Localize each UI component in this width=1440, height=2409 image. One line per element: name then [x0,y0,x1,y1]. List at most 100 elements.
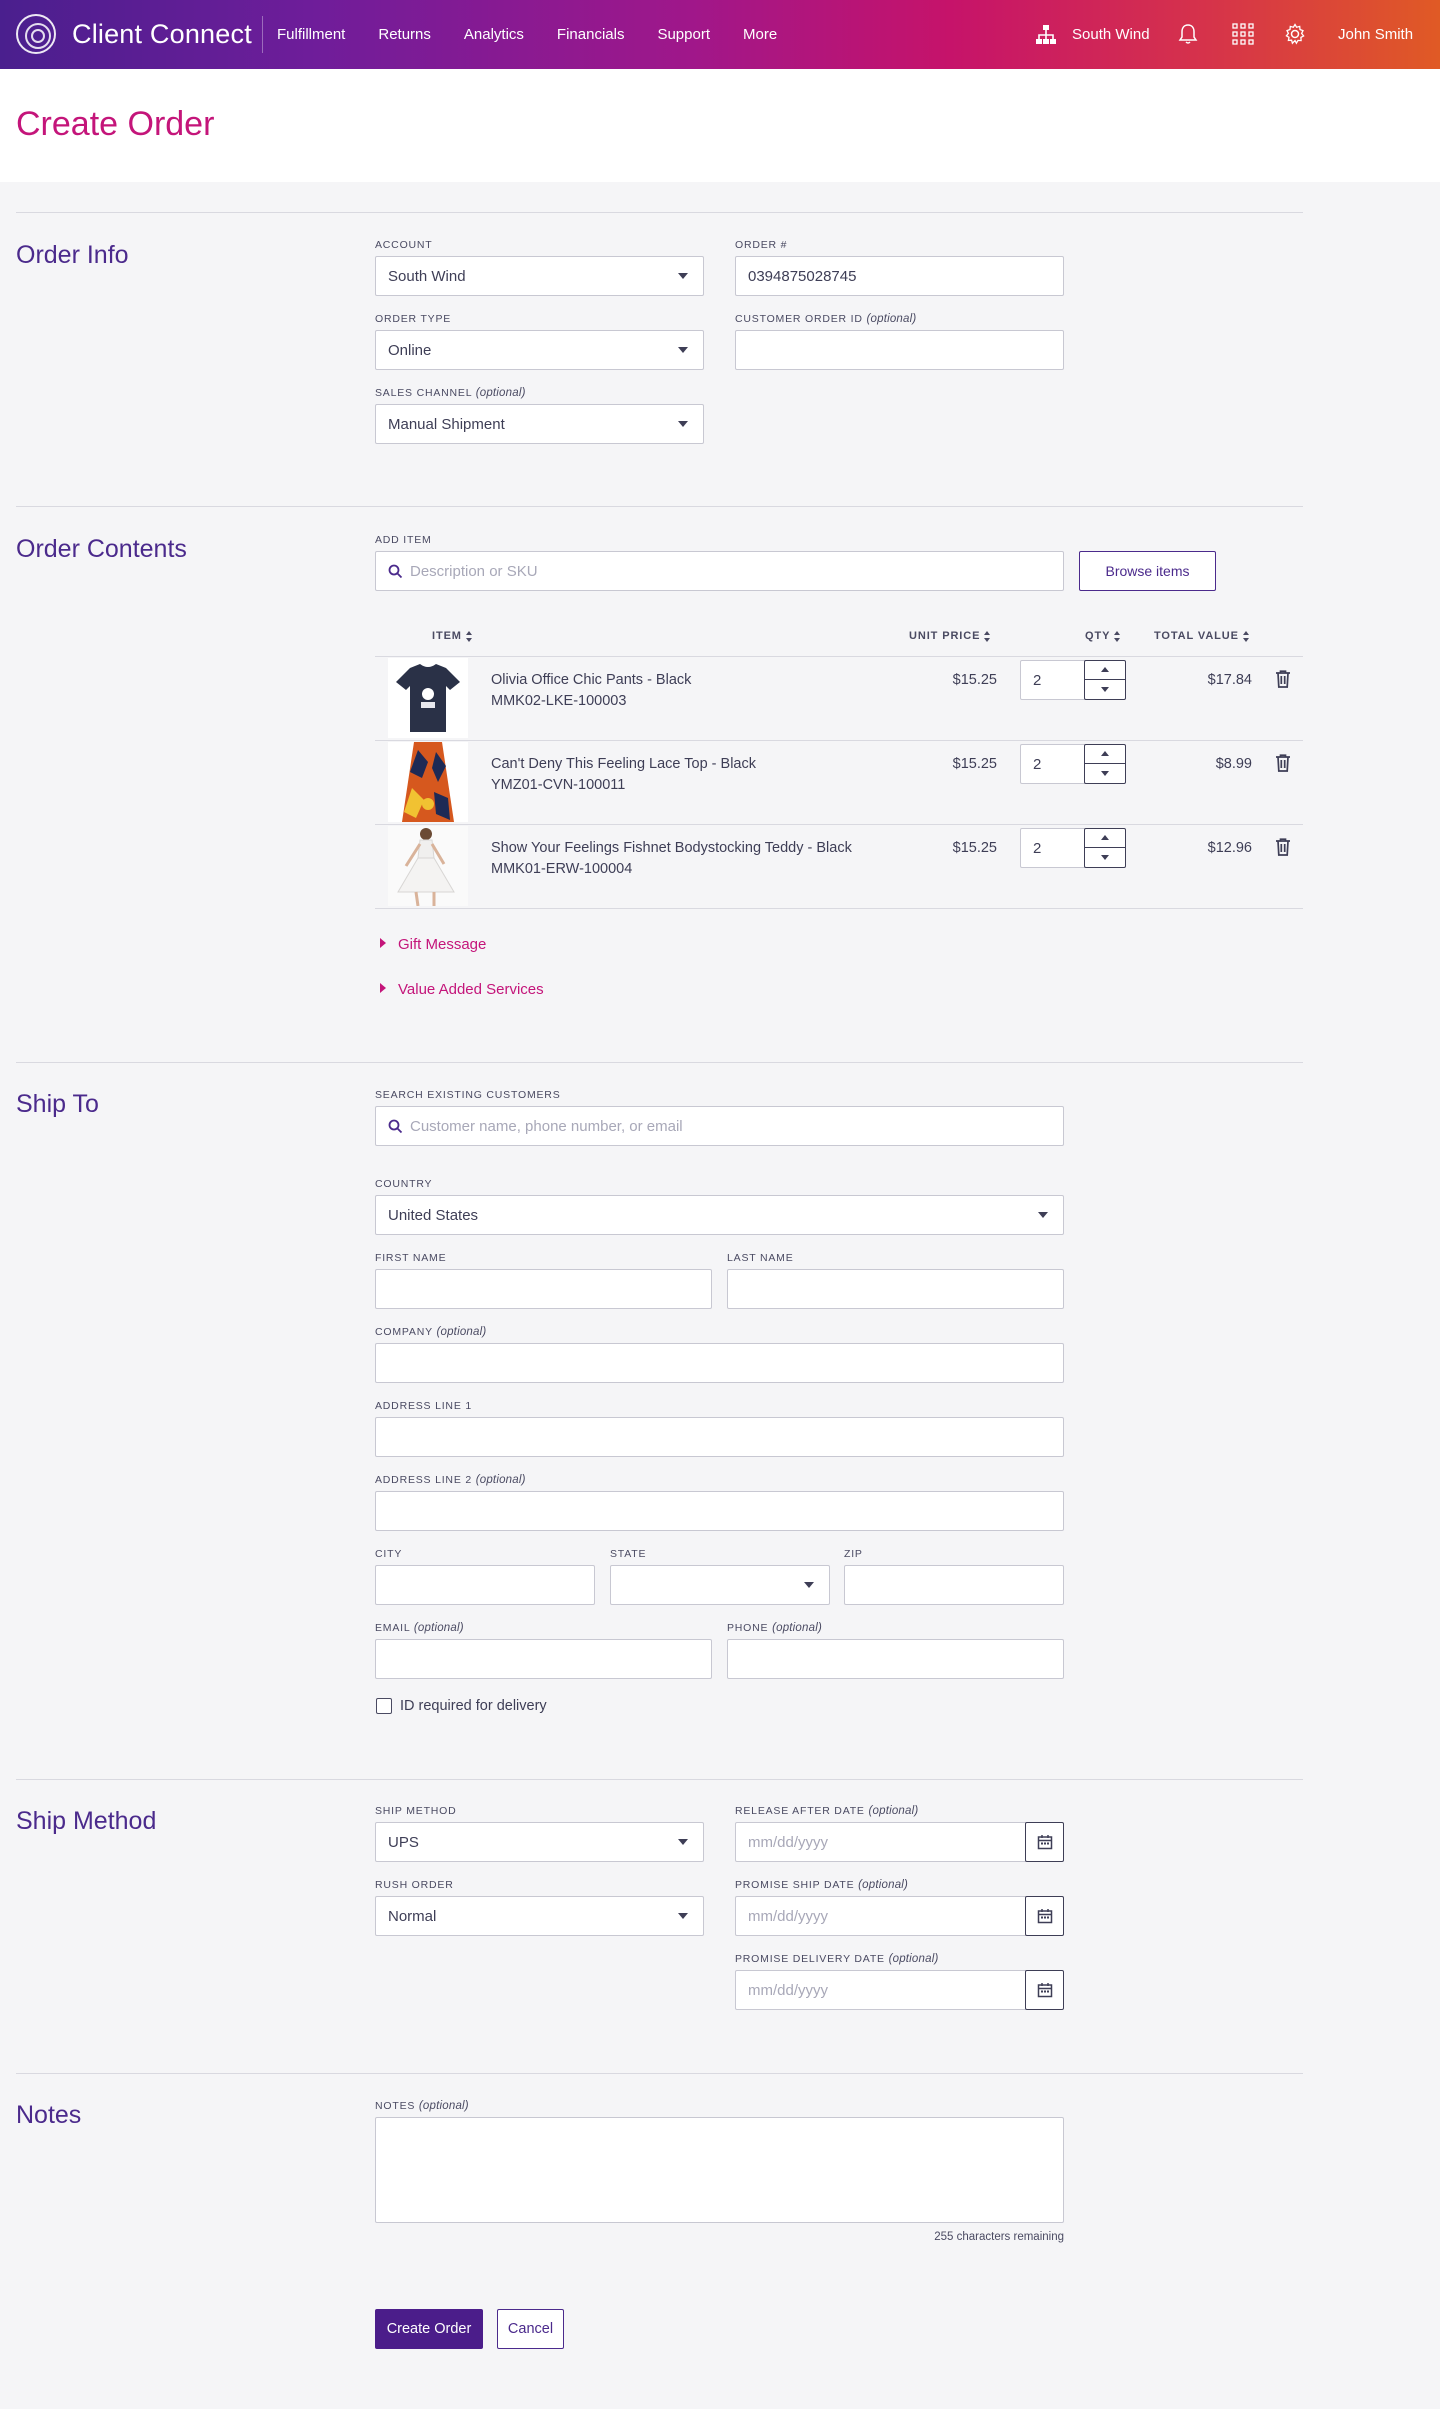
promise-delivery-date-field[interactable]: mm/dd/yyyy [735,1970,1027,2010]
quantity-stepper[interactable]: 2 [1020,828,1126,868]
chevron-down-icon [1038,1212,1048,1218]
browse-items-button[interactable]: Browse items [1079,551,1216,591]
item-total-value: $8.99 [1215,756,1252,772]
org-hierarchy-icon[interactable] [1035,24,1057,46]
trash-icon[interactable] [1275,838,1291,856]
column-header-qty[interactable]: QTY [1085,630,1121,642]
org-name[interactable]: South Wind [1072,26,1150,43]
country-select[interactable]: United States [375,1195,1064,1235]
user-menu[interactable]: John Smith [1338,26,1413,43]
calendar-icon[interactable] [1025,1822,1064,1862]
state-select[interactable] [610,1565,830,1605]
email-field[interactable] [375,1639,712,1679]
table-row-divider [375,824,1303,825]
item-name: Show Your Feelings Fishnet Bodystocking … [491,840,852,856]
account-value: South Wind [388,267,466,285]
chevron-down-icon [678,347,688,353]
create-order-button[interactable]: Create Order [375,2309,483,2349]
rush-order-label: RUSH ORDER [375,1879,454,1891]
gear-icon[interactable] [1284,23,1306,45]
id-required-checkbox[interactable] [376,1698,392,1714]
order-number-value: 0394875028745 [748,267,857,285]
decrement-icon[interactable] [1085,848,1125,867]
sort-icon [984,630,991,642]
nav-more[interactable]: More [743,26,777,43]
ship-method-select[interactable]: UPS [375,1822,704,1862]
promise-ship-date-field[interactable]: mm/dd/yyyy [735,1896,1027,1936]
section-title-notes: Notes [16,2101,82,2129]
trash-icon[interactable] [1275,670,1291,688]
bell-icon[interactable] [1177,23,1199,45]
title-divider [262,16,263,53]
quantity-stepper[interactable]: 2 [1020,744,1126,784]
sales-channel-label: SALES CHANNEL (optional) [375,387,526,399]
increment-icon[interactable] [1085,745,1125,764]
decrement-icon[interactable] [1085,764,1125,783]
rush-order-value: Normal [388,1907,437,1925]
search-customers-label: SEARCH EXISTING CUSTOMERS [375,1089,561,1101]
email-label: EMAIL (optional) [375,1622,464,1634]
app-title[interactable]: Client Connect [72,19,252,50]
item-total-value: $17.84 [1207,672,1252,688]
item-sku: MMK02-LKE-100003 [491,693,627,709]
caret-right-icon [380,938,386,948]
chevron-down-icon [804,1582,814,1588]
address-line-2-label: ADDRESS LINE 2 (optional) [375,1474,526,1486]
order-number-field[interactable]: 0394875028745 [735,256,1064,296]
page-title-band: Create Order [0,69,1440,182]
account-label: ACCOUNT [375,239,433,251]
customer-search-input[interactable]: Customer name, phone number, or email [375,1106,1064,1146]
customer-search-placeholder: Customer name, phone number, or email [410,1117,683,1135]
trash-icon[interactable] [1275,754,1291,772]
client-connect-logo-icon[interactable] [16,14,56,54]
last-name-label: LAST NAME [727,1252,794,1264]
nav-analytics[interactable]: Analytics [464,26,524,43]
rush-order-select[interactable]: Normal [375,1896,704,1936]
sort-icon [1242,630,1250,642]
decrement-icon[interactable] [1085,680,1125,699]
first-name-field[interactable] [375,1269,712,1309]
increment-icon[interactable] [1085,661,1125,680]
search-icon [388,1119,403,1134]
calendar-icon[interactable] [1025,1896,1064,1936]
cancel-button[interactable]: Cancel [497,2309,564,2349]
id-required-label[interactable]: ID required for delivery [400,1698,547,1714]
notes-textarea[interactable] [375,2117,1064,2223]
phone-label: PHONE (optional) [727,1622,823,1634]
quantity-value: 2 [1033,672,1042,689]
order-type-label: ORDER TYPE [375,313,452,325]
address-line-1-field[interactable] [375,1417,1064,1457]
add-item-label: ADD ITEM [375,534,432,546]
account-select[interactable]: South Wind [375,256,704,296]
gift-message-toggle[interactable]: Gift Message [380,936,486,953]
zip-field[interactable] [844,1565,1064,1605]
chevron-down-icon [678,273,688,279]
order-type-select[interactable]: Online [375,330,704,370]
column-header-total-value[interactable]: TOTAL VALUE [1154,630,1250,642]
nav-returns[interactable]: Returns [378,26,431,43]
apps-grid-icon[interactable] [1232,23,1254,45]
state-label: STATE [610,1548,647,1560]
nav-support[interactable]: Support [657,26,710,43]
item-sku: YMZ01-CVN-100011 [491,777,626,793]
column-header-unit-price[interactable]: UNIT PRICE [909,630,991,642]
nav-fulfillment[interactable]: Fulfillment [277,26,345,43]
company-field[interactable] [375,1343,1064,1383]
sort-icon [465,630,473,642]
sales-channel-select[interactable]: Manual Shipment [375,404,704,444]
last-name-field[interactable] [727,1269,1064,1309]
increment-icon[interactable] [1085,829,1125,848]
calendar-icon[interactable] [1025,1970,1064,2010]
city-field[interactable] [375,1565,595,1605]
value-added-services-toggle[interactable]: Value Added Services [380,981,544,998]
add-item-search-input[interactable]: Description or SKU [375,551,1064,591]
quantity-stepper[interactable]: 2 [1020,660,1126,700]
column-header-item[interactable]: ITEM [432,630,473,642]
release-after-date-field[interactable]: mm/dd/yyyy [735,1822,1027,1862]
item-name: Can't Deny This Feeling Lace Top - Black [491,756,756,772]
phone-field[interactable] [727,1639,1064,1679]
nav-financials[interactable]: Financials [557,26,625,43]
customer-order-id-field[interactable] [735,330,1064,370]
country-label: COUNTRY [375,1178,433,1190]
address-line-2-field[interactable] [375,1491,1064,1531]
